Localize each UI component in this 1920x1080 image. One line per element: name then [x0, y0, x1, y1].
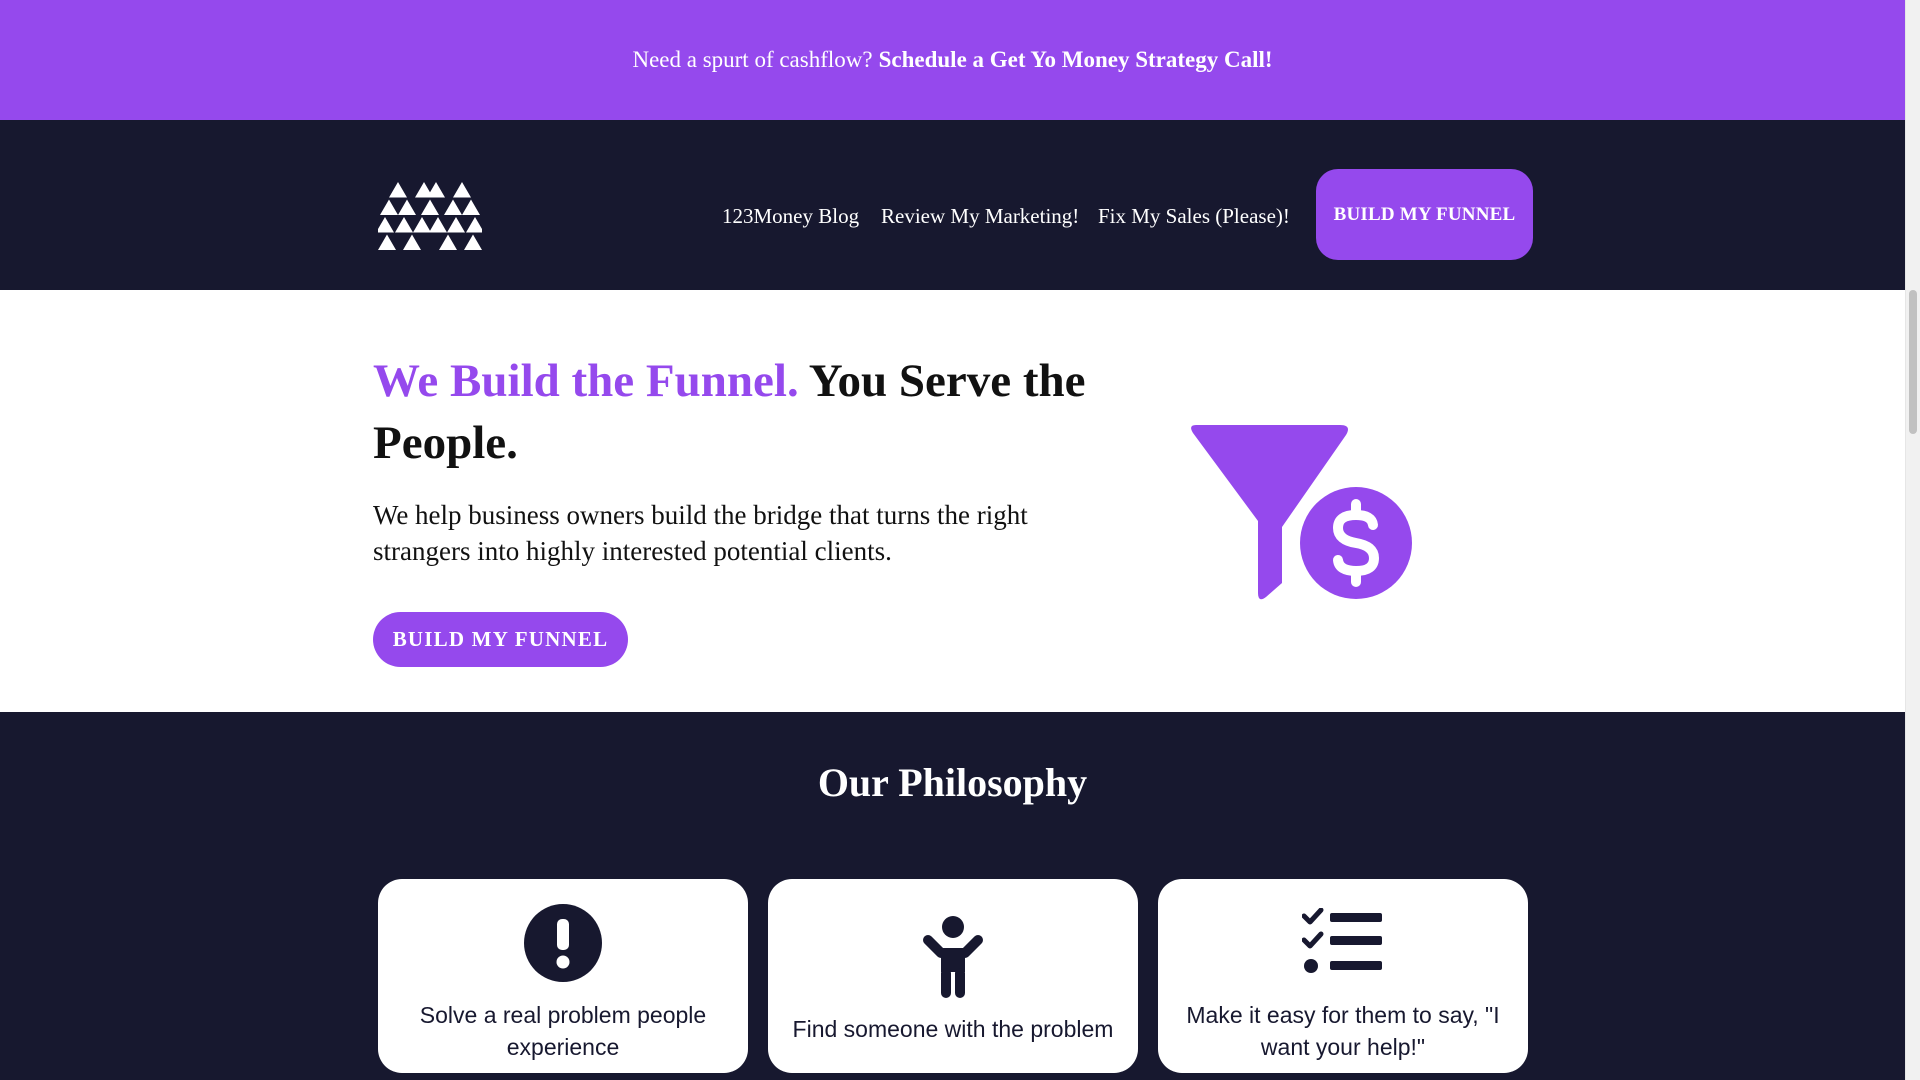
nav-build-funnel-button[interactable]: BUILD MY FUNNEL — [1316, 169, 1533, 260]
philosophy-card: Solve a real problem people experience — [378, 879, 748, 1073]
promo-bar: Need a spurt of cashflow? Schedule a Get… — [0, 0, 1905, 120]
nav-link-review-marketing[interactable]: Review My Marketing! — [881, 204, 1079, 228]
triangle-m-logo-icon[interactable] — [378, 180, 482, 250]
hero-description: We help business owners build the bridge… — [373, 500, 1028, 566]
promo-lead-text: Need a spurt of cashflow? — [632, 47, 873, 72]
philosophy-card-text: Find someone with the problem — [792, 1016, 1114, 1042]
nav-link-blog[interactable]: 123Money Blog — [722, 204, 859, 228]
scrollbar-thumb[interactable] — [1909, 290, 1917, 434]
philosophy-card: Find someone with the problem — [768, 879, 1138, 1073]
exclamation-circle-icon — [524, 904, 602, 982]
nav-link-fix-sales[interactable]: Fix My Sales (Please)! — [1098, 204, 1290, 228]
funnel-dollar-icon — [1191, 425, 1416, 602]
philosophy-card-text: Make it easy for them to say, "I want yo… — [1186, 1002, 1500, 1060]
landing-page: Need a spurt of cashflow? Schedule a Get… — [0, 0, 1905, 1080]
strategy-call-link[interactable]: Schedule a Get Yo Money Strategy Call! — [879, 47, 1273, 73]
top-navigation: 123Money Blog Review My Marketing! Fix M… — [0, 120, 1905, 290]
philosophy-title: Our Philosophy — [817, 760, 1088, 805]
page-scrollbar[interactable] — [1905, 0, 1920, 1080]
person-icon — [923, 916, 983, 998]
checklist-icon — [1302, 908, 1382, 973]
philosophy-card: Make it easy for them to say, "I want yo… — [1158, 879, 1528, 1073]
hero-section: We Build the Funnel. You Serve the Peopl… — [0, 290, 1905, 712]
philosophy-section: Our Philosophy Solve a real problem peop… — [0, 712, 1905, 1080]
hero-build-funnel-button[interactable]: BUILD MY FUNNEL — [373, 612, 628, 667]
philosophy-card-text: Solve a real problem people experience — [419, 1002, 707, 1060]
hero-title-accent: We Build the Funnel. — [373, 355, 799, 407]
hero-title: We Build the Funnel. You Serve the Peopl… — [373, 350, 1133, 474]
